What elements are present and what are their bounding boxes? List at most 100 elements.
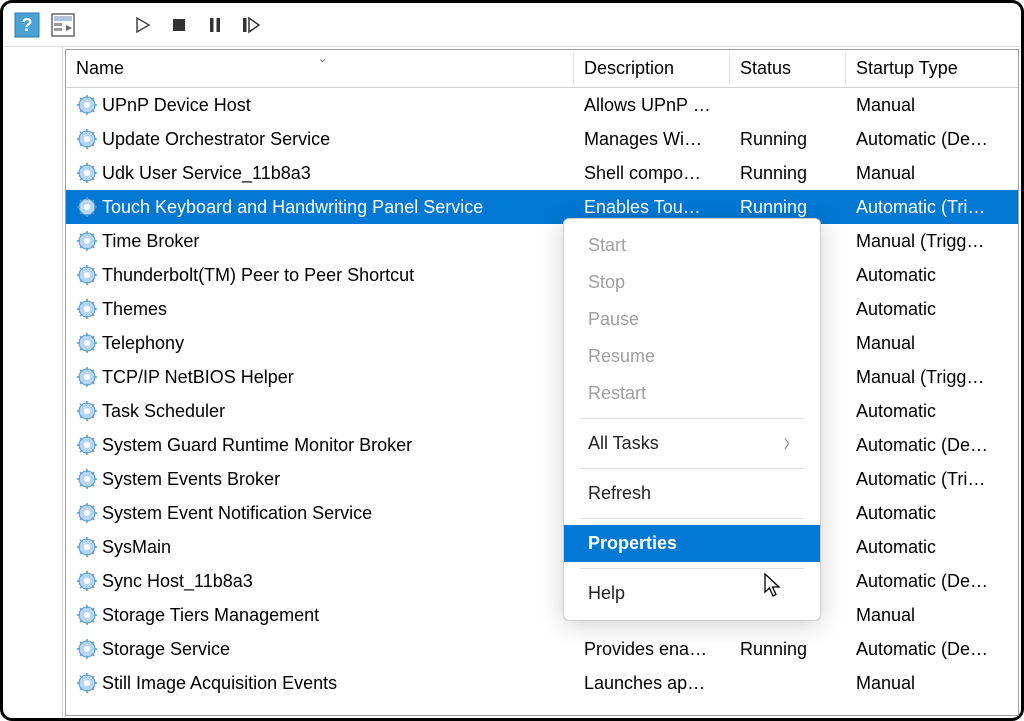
start-service-button[interactable] xyxy=(127,9,159,41)
service-startup-type: Manual xyxy=(846,331,1018,356)
menu-resume[interactable]: Resume xyxy=(564,338,820,375)
menu-refresh[interactable]: Refresh xyxy=(564,475,820,512)
service-name: System Guard Runtime Monitor Broker xyxy=(102,435,412,456)
menu-separator xyxy=(580,518,804,519)
service-name: Touch Keyboard and Handwriting Panel Ser… xyxy=(102,197,483,218)
restart-service-button[interactable] xyxy=(235,9,267,41)
table-row[interactable]: Telephony Manual xyxy=(66,326,1018,360)
service-description: Allows UPnP … xyxy=(574,93,730,118)
menu-start[interactable]: Start xyxy=(564,227,820,264)
help-button[interactable]: ? xyxy=(11,9,43,41)
service-startup-type: Automatic xyxy=(846,263,1018,288)
service-startup-type: Automatic (Tri… xyxy=(846,467,1018,492)
sort-indicator-icon: ⌄ xyxy=(318,52,327,65)
service-status xyxy=(730,681,846,685)
service-status: Running xyxy=(730,161,846,186)
context-menu: Start Stop Pause Resume Restart All Task… xyxy=(563,218,821,621)
table-row[interactable]: ThemesAutomatic xyxy=(66,292,1018,326)
table-row[interactable]: Sync Host_11b8a3Automatic (De… xyxy=(66,564,1018,598)
table-row[interactable]: System Guard Runtime Monitor Broker Autom… xyxy=(66,428,1018,462)
menu-help[interactable]: Help xyxy=(564,575,820,612)
menu-separator xyxy=(580,418,804,419)
table-row[interactable]: Task Scheduler Automatic xyxy=(66,394,1018,428)
preview-pane-button[interactable] xyxy=(47,9,79,41)
service-description: Enables Tou… xyxy=(574,195,730,220)
header-description[interactable]: Description xyxy=(574,52,730,85)
menu-stop[interactable]: Stop xyxy=(564,264,820,301)
gear-icon xyxy=(76,468,98,490)
stop-service-button[interactable] xyxy=(163,9,195,41)
service-description: Provides ena… xyxy=(574,637,730,662)
gear-icon xyxy=(76,638,98,660)
chevron-right-icon: 〉 xyxy=(784,435,796,452)
table-row[interactable]: TCP/IP NetBIOS HelperManual (Trigg… xyxy=(66,360,1018,394)
service-startup-type: Automatic (De… xyxy=(846,127,1018,152)
service-startup-type: Automatic xyxy=(846,399,1018,424)
service-startup-type: Automatic (Tri… xyxy=(846,195,1018,220)
gear-icon xyxy=(76,604,98,626)
service-description: Shell compo… xyxy=(574,161,730,186)
gear-icon xyxy=(76,570,98,592)
service-name: Task Scheduler xyxy=(102,401,225,422)
table-row[interactable]: Still Image Acquisition Events Launches a… xyxy=(66,666,1018,700)
service-name: Update Orchestrator Service xyxy=(102,129,330,150)
table-row[interactable]: SysMain Automatic xyxy=(66,530,1018,564)
service-name: System Event Notification Service xyxy=(102,503,372,524)
service-description: Launches ap… xyxy=(574,671,730,696)
service-name: Still Image Acquisition Events xyxy=(102,673,337,694)
menu-properties[interactable]: Properties xyxy=(564,525,820,562)
gear-icon xyxy=(76,128,98,150)
gear-icon xyxy=(76,332,98,354)
header-status[interactable]: Status xyxy=(730,52,846,85)
services-table: ⌄ Name Description Status Startup Type U… xyxy=(65,49,1019,716)
table-row[interactable]: Storage Tiers ManagementManual xyxy=(66,598,1018,632)
service-status: Running xyxy=(730,127,846,152)
header-startup-type[interactable]: Startup Type xyxy=(846,52,1018,85)
table-row[interactable]: Update Orchestrator Service Manages Wi…Ru… xyxy=(66,122,1018,156)
table-row[interactable]: Touch Keyboard and Handwriting Panel Ser… xyxy=(66,190,1018,224)
service-startup-type: Automatic (De… xyxy=(846,637,1018,662)
menu-all-tasks[interactable]: All Tasks〉 xyxy=(564,425,820,462)
service-startup-type: Automatic (De… xyxy=(846,433,1018,458)
service-startup-type: Manual (Trigg… xyxy=(846,229,1018,254)
service-name: Thunderbolt(TM) Peer to Peer Shortcut xyxy=(102,265,414,286)
table-row[interactable]: System Events Broker Automatic (Tri… xyxy=(66,462,1018,496)
service-description: Manages Wi… xyxy=(574,127,730,152)
menu-separator xyxy=(580,468,804,469)
service-name: Storage Tiers Management xyxy=(102,605,319,626)
service-name: System Events Broker xyxy=(102,469,280,490)
table-row[interactable]: UPnP Device Host Allows UPnP … Manual xyxy=(66,88,1018,122)
gear-icon xyxy=(76,264,98,286)
service-startup-type: Manual xyxy=(846,671,1018,696)
tree-pane[interactable] xyxy=(3,47,63,718)
table-row[interactable]: Thunderbolt(TM) Peer to Peer Shortcut Aut… xyxy=(66,258,1018,292)
pause-service-button[interactable] xyxy=(199,9,231,41)
service-startup-type: Automatic xyxy=(846,535,1018,560)
menu-restart[interactable]: Restart xyxy=(564,375,820,412)
service-startup-type: Automatic xyxy=(846,297,1018,322)
gear-icon xyxy=(76,672,98,694)
gear-icon xyxy=(76,94,98,116)
menu-pause[interactable]: Pause xyxy=(564,301,820,338)
service-status xyxy=(730,103,846,107)
gear-icon xyxy=(76,230,98,252)
service-startup-type: Manual (Trigg… xyxy=(846,365,1018,390)
gear-icon xyxy=(76,298,98,320)
service-name: Telephony xyxy=(102,333,184,354)
gear-icon xyxy=(76,502,98,524)
table-row[interactable]: Storage Service Provides ena…RunningAutom… xyxy=(66,632,1018,666)
service-name: SysMain xyxy=(102,537,171,558)
table-row[interactable]: System Event Notification ServiceAutomat… xyxy=(66,496,1018,530)
service-startup-type: Automatic (De… xyxy=(846,569,1018,594)
service-startup-type: Manual xyxy=(846,161,1018,186)
service-name: Time Broker xyxy=(102,231,199,252)
service-startup-type: Manual xyxy=(846,93,1018,118)
gear-icon xyxy=(76,366,98,388)
service-name: UPnP Device Host xyxy=(102,95,251,116)
table-row[interactable]: Udk User Service_11b8a3Shell compo…Runni… xyxy=(66,156,1018,190)
service-name: Storage Service xyxy=(102,639,230,660)
table-row[interactable]: Time Broker Manual (Trigg… xyxy=(66,224,1018,258)
gear-icon xyxy=(76,196,98,218)
gear-icon xyxy=(76,400,98,422)
service-status: Running xyxy=(730,637,846,662)
